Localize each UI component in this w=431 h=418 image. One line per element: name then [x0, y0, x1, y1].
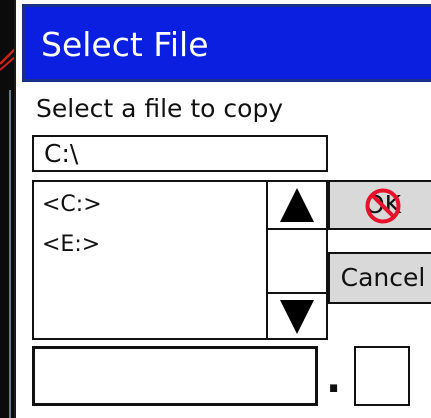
- file-listbox[interactable]: <C:> <E:>: [32, 180, 328, 340]
- ok-button[interactable]: OK: [328, 180, 431, 230]
- select-file-dialog: Select File Select a file to copy C:\ <C…: [14, 0, 431, 418]
- extension-separator: .: [326, 356, 342, 402]
- prompt-label: Select a file to copy: [36, 94, 284, 123]
- cancel-button[interactable]: Cancel: [328, 252, 431, 304]
- path-input[interactable]: C:\: [32, 135, 328, 172]
- arrow-up-icon: [280, 188, 314, 222]
- list-item[interactable]: <C:>: [42, 192, 102, 217]
- scroll-track[interactable]: [268, 230, 326, 292]
- arrow-down-icon: [280, 300, 314, 334]
- no-symbol-icon: [365, 188, 401, 224]
- dialog-title: Select File: [41, 25, 209, 64]
- screen: Select File Select a file to copy C:\ <C…: [0, 0, 431, 418]
- scroll-down-button[interactable]: [268, 292, 326, 338]
- list-item[interactable]: <E:>: [42, 232, 100, 257]
- list-scrollbar[interactable]: [266, 182, 326, 338]
- file-list-items: <C:> <E:>: [34, 182, 266, 338]
- title-bar[interactable]: Select File: [22, 4, 431, 82]
- filename-input[interactable]: [32, 346, 318, 406]
- background-window-divider: [9, 90, 11, 418]
- extension-input[interactable]: [354, 346, 410, 406]
- scroll-up-button[interactable]: [268, 182, 326, 230]
